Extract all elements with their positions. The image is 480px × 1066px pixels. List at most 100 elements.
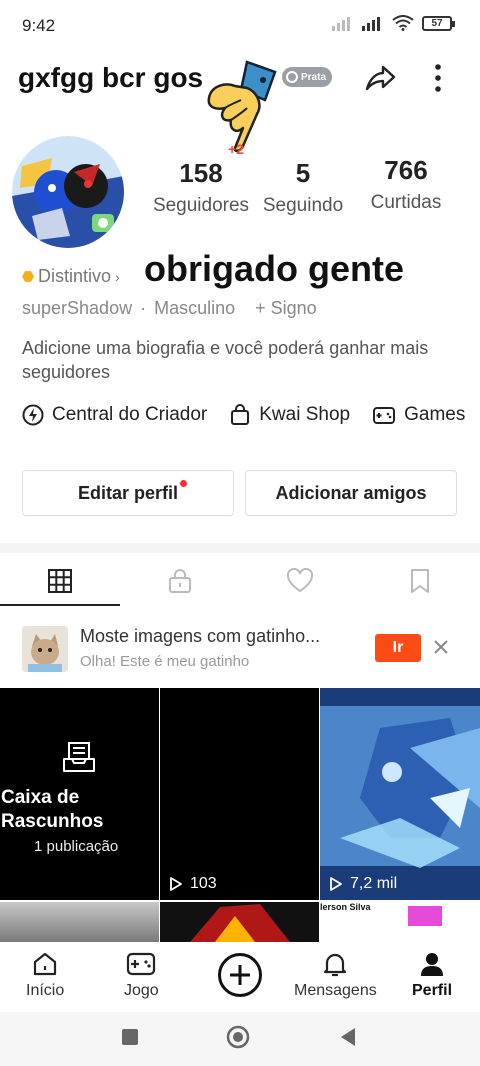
edit-profile-label: Editar perfil (77, 482, 179, 503)
shortcuts-row: Central do Criador Kwai Shop Games (22, 404, 465, 426)
bell-icon (324, 953, 347, 977)
video-thumbnail (320, 688, 480, 900)
more-options-icon[interactable] (424, 60, 452, 96)
status-icons: 57 (332, 15, 455, 31)
tab-private[interactable] (120, 556, 240, 606)
gamepad-icon (127, 952, 156, 976)
add-friends-button[interactable]: Adicionar amigos (245, 470, 457, 516)
nav-label: Jogo (124, 982, 159, 999)
shopping-bag-icon (231, 404, 250, 425)
status-time: 9:42 (22, 16, 56, 35)
drafts-count: 1 publicação (34, 838, 119, 855)
username: gxfgg bcr gos (18, 62, 204, 93)
medal-icon (286, 71, 298, 83)
tile-caption: lerson Silva (320, 902, 371, 912)
nav-profile[interactable]: Perfil (412, 950, 452, 1000)
stat-label: Seguidores (152, 195, 250, 216)
video-thumbnail (190, 904, 290, 942)
promo-title: Moste imagens com gatinho... (80, 626, 321, 646)
edit-profile-button[interactable]: Editar perfil (22, 470, 234, 516)
promo-go-button[interactable]: Ir (375, 634, 421, 662)
posts-grid: Caixa de Rascunhos 1 publicação 103 7,2 … (0, 688, 480, 942)
video-tile[interactable]: lerson Silva (320, 902, 480, 942)
stat-followers[interactable]: 158 Seguidores (150, 158, 252, 217)
recents-icon[interactable] (120, 1027, 140, 1047)
promo-subtitle: Olha! Este é meu gatinho (80, 653, 250, 670)
home-button-icon[interactable] (226, 1025, 250, 1049)
video-tile[interactable] (160, 902, 319, 942)
heart-icon (286, 568, 314, 593)
share-icon[interactable] (362, 60, 398, 96)
overlay-text: obrigado gente (144, 248, 404, 289)
badge-label: Distintivo (38, 266, 112, 286)
play-icon (170, 877, 182, 891)
avatar-image (12, 136, 124, 248)
lock-icon (169, 569, 191, 593)
drafts-icon (63, 742, 95, 772)
chevron-right-icon: › (115, 268, 120, 285)
back-icon[interactable] (338, 1026, 358, 1048)
drafts-tile[interactable]: Caixa de Rascunhos 1 publicação (0, 688, 159, 900)
status-bar: 9:42 57 (0, 0, 480, 52)
info-separator: · (140, 298, 147, 318)
plus-icon (230, 965, 250, 985)
level-badge[interactable]: Prata (282, 67, 333, 87)
add-friends-label: Adicionar amigos (275, 482, 427, 503)
shortcut-label: Kwai Shop (259, 404, 351, 425)
view-count: 103 (168, 875, 217, 893)
person-icon (421, 953, 443, 976)
profile-info-row: superShadow · Masculino + Signo (22, 298, 317, 319)
nav-messages[interactable]: Mensagens (294, 950, 377, 1000)
view-count: 7,2 mil (328, 875, 397, 893)
create-post-button[interactable] (218, 953, 262, 997)
pointing-hand-sticker (207, 60, 277, 152)
system-nav-bar (0, 1012, 480, 1066)
stat-value: 5 (295, 158, 311, 188)
promo-banner[interactable]: Moste imagens com gatinho... Olha! Este … (0, 614, 480, 680)
level-badge-label: Prata (301, 71, 327, 83)
content-tabs (0, 556, 480, 606)
notification-dot (180, 480, 187, 487)
signal-icon-2 (362, 17, 380, 31)
nav-label: Mensagens (294, 982, 377, 999)
home-icon (34, 952, 57, 976)
bottom-nav: Início Jogo Mensagens Perfil (0, 942, 480, 1012)
close-icon[interactable] (430, 636, 452, 658)
bio-placeholder[interactable]: Adicione uma biografia e você poderá gan… (22, 336, 442, 384)
badge-icon (22, 271, 34, 282)
promo-thumbnail (22, 626, 68, 672)
stat-label: Curtidas (370, 192, 442, 213)
tab-liked[interactable] (240, 556, 360, 606)
play-icon (330, 877, 342, 891)
stat-likes[interactable]: 766 Curtidas (362, 155, 450, 214)
kwai-shop-button[interactable]: Kwai Shop (229, 404, 350, 426)
stat-following[interactable]: 5 Seguindo (258, 158, 348, 217)
wifi-icon (392, 15, 414, 31)
games-button[interactable]: Games (372, 404, 465, 426)
profile-gender: Masculino (154, 298, 236, 318)
active-tab-indicator (0, 604, 120, 606)
badge-link[interactable]: Distintivo › (22, 266, 120, 287)
add-sign-link[interactable]: + Signo (255, 298, 317, 319)
bookmark-icon (411, 569, 429, 593)
stat-value: 766 (384, 155, 428, 185)
view-count-label: 103 (190, 875, 217, 892)
stat-label: Seguindo (262, 195, 344, 216)
view-count-label: 7,2 mil (350, 875, 398, 892)
nav-home[interactable]: Início (26, 950, 64, 1000)
grid-icon (48, 569, 72, 593)
sticker-count: +2 (228, 141, 244, 157)
pink-shape (408, 906, 442, 926)
lightning-icon (22, 404, 44, 426)
creator-center-button[interactable]: Central do Criador (22, 404, 207, 426)
tab-saved[interactable] (360, 556, 480, 606)
gamepad-icon (373, 407, 396, 424)
video-tile[interactable]: 7,2 mil (320, 688, 480, 900)
shortcut-label: Games (404, 404, 466, 425)
video-tile[interactable] (0, 902, 159, 942)
nav-label: Perfil (412, 982, 453, 999)
video-tile[interactable]: 103 (160, 688, 319, 900)
nav-games[interactable]: Jogo (124, 950, 159, 1000)
tab-posts[interactable] (0, 556, 120, 606)
avatar[interactable] (12, 136, 124, 248)
